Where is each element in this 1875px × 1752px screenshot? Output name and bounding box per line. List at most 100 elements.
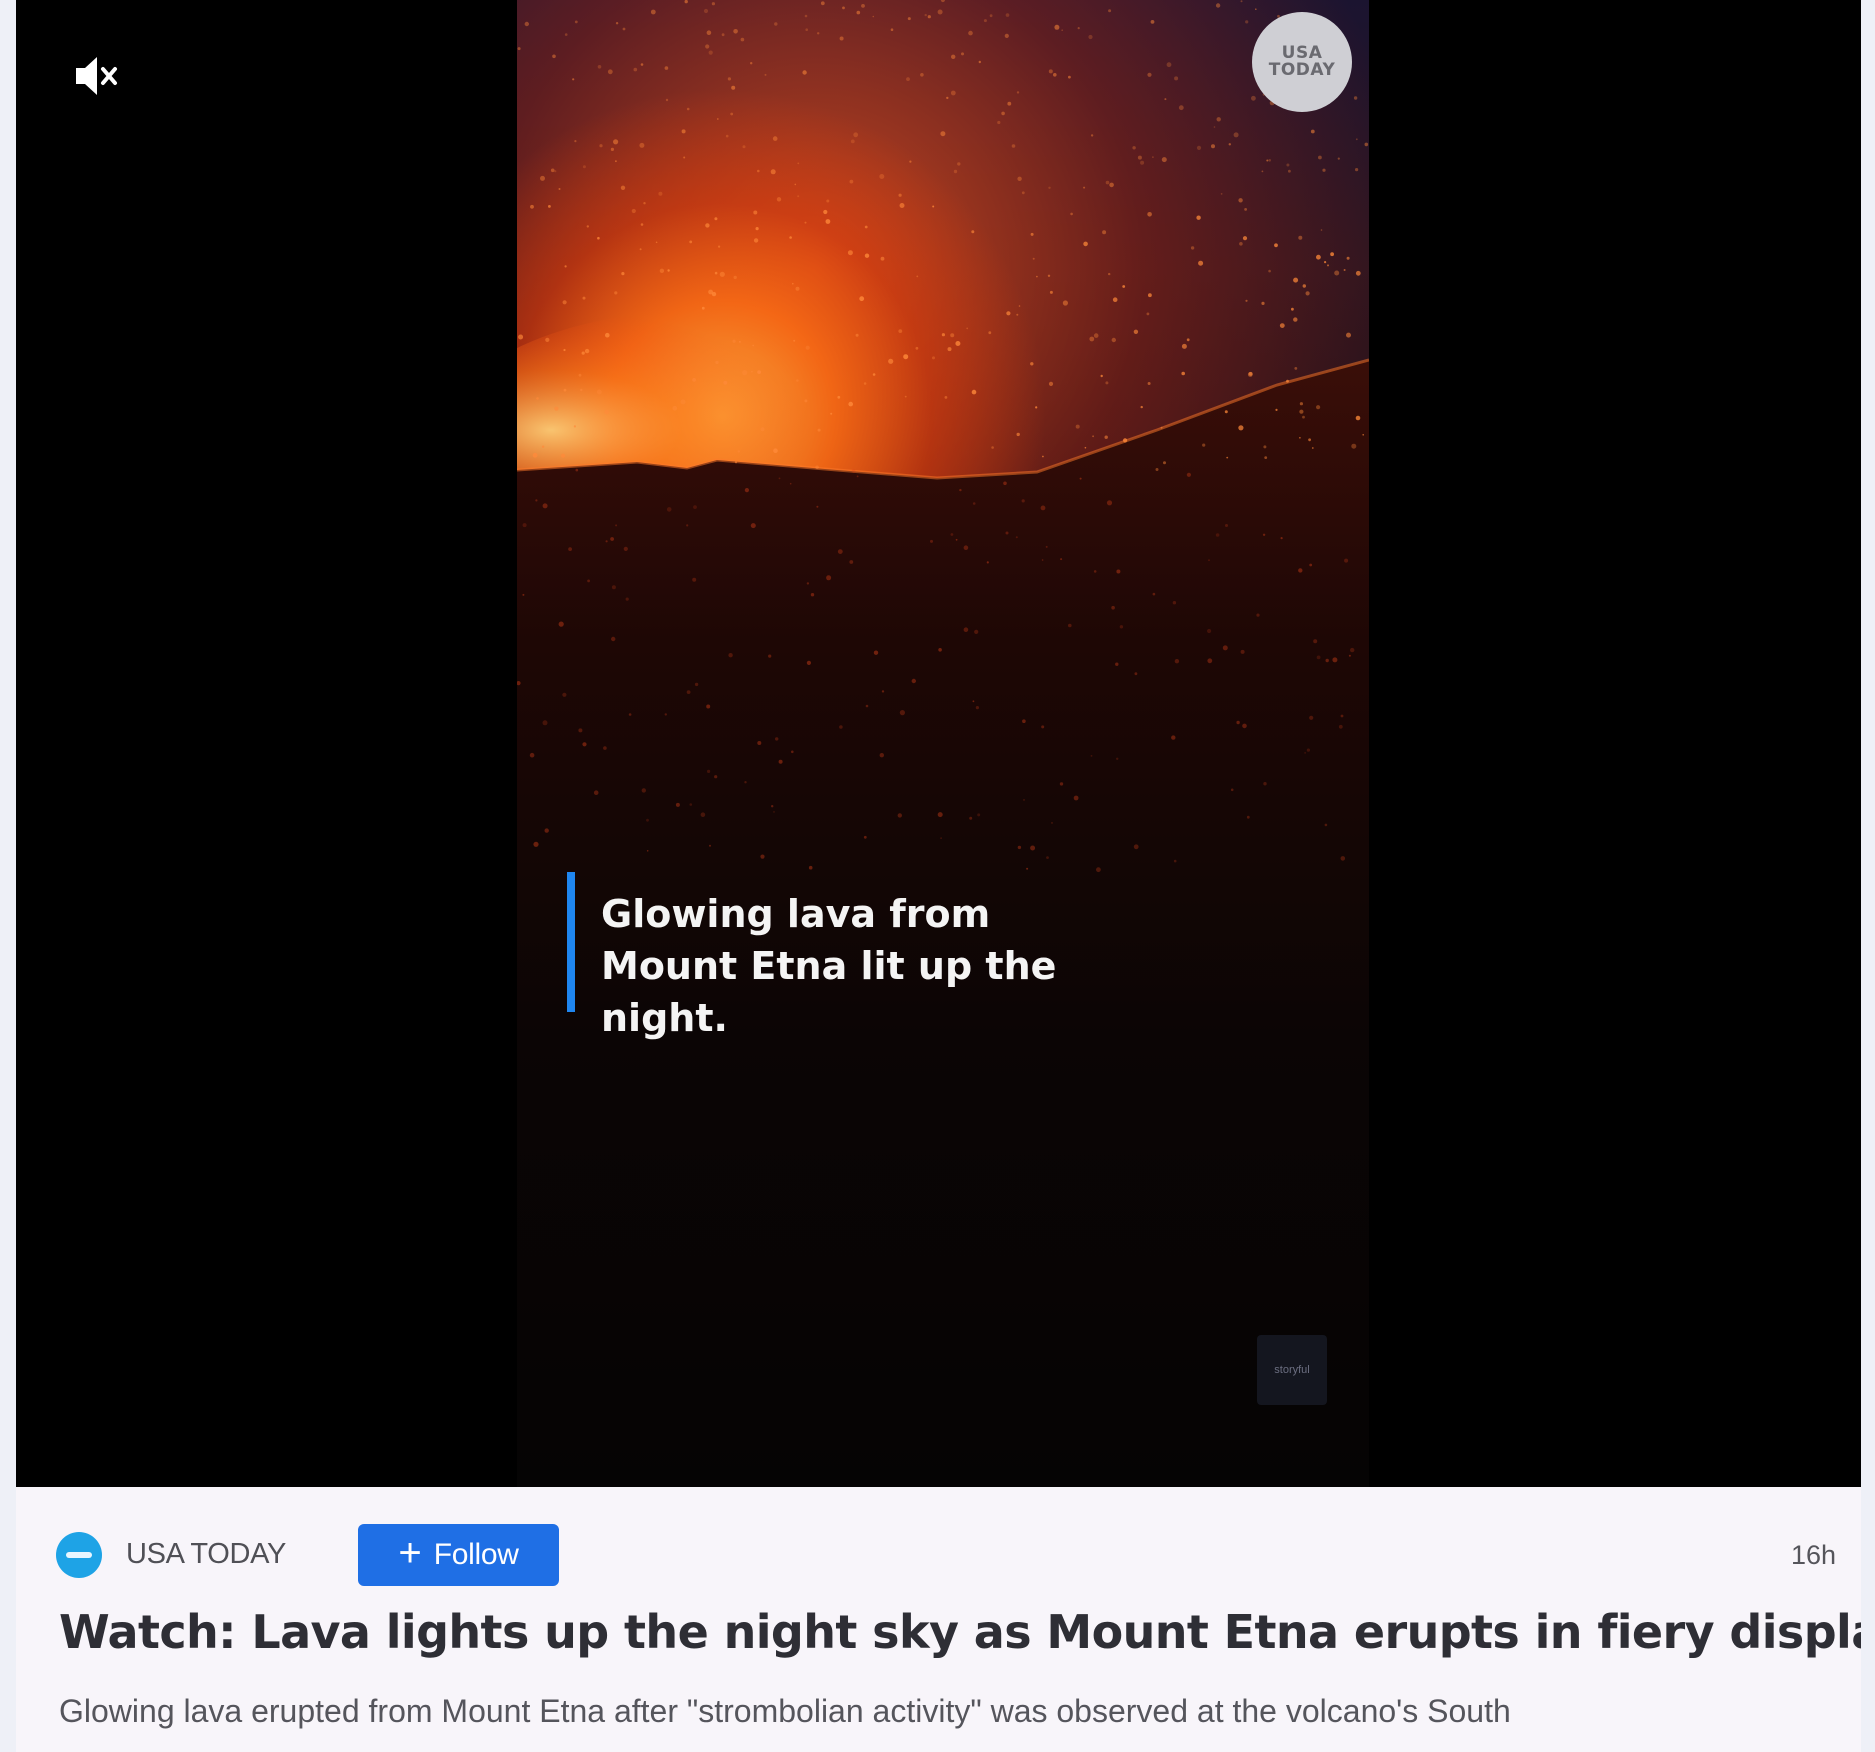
video-player[interactable]: USA TODAY Glowing lava from Mount Etna l… xyxy=(16,0,1861,1487)
lava-spark xyxy=(1263,445,1267,449)
lava-spark xyxy=(1102,230,1107,235)
lava-spark xyxy=(574,20,578,24)
lava-spark xyxy=(1248,371,1253,376)
lava-spark xyxy=(898,329,903,333)
lava-spark xyxy=(593,790,599,795)
article-summary: Glowing lava erupted from Mount Etna aft… xyxy=(59,1693,1511,1729)
lava-spark xyxy=(1093,570,1097,573)
lava-spark xyxy=(1264,456,1268,459)
lava-spark xyxy=(561,453,566,458)
lava-spark xyxy=(643,202,646,205)
lava-spark xyxy=(1251,95,1256,101)
lava-spark xyxy=(1228,143,1231,146)
lava-spark xyxy=(890,28,894,32)
lava-spark xyxy=(725,134,729,138)
lava-spark xyxy=(727,77,731,81)
lava-spark xyxy=(963,545,969,550)
lava-spark xyxy=(522,523,527,528)
lava-spark xyxy=(1344,558,1349,563)
lava-spark xyxy=(548,205,551,208)
lava-spark xyxy=(903,354,909,360)
lava-spark xyxy=(1048,69,1053,74)
follow-label: Follow xyxy=(433,1538,519,1571)
lava-spark xyxy=(596,389,602,395)
publisher-name[interactable]: USA TODAY xyxy=(126,1538,286,1571)
lava-spark xyxy=(1035,406,1038,409)
lava-spark xyxy=(1090,134,1094,137)
lava-spark xyxy=(1256,613,1260,617)
lava-spark xyxy=(1147,212,1152,217)
lava-spark xyxy=(1299,409,1304,414)
lava-spark xyxy=(1208,559,1210,562)
lava-spark xyxy=(906,77,910,81)
lava-spark xyxy=(1079,477,1082,480)
lava-spark xyxy=(1355,415,1361,421)
lava-spark xyxy=(672,405,678,411)
lava-spark xyxy=(1286,379,1289,383)
publisher-icon[interactable] xyxy=(56,1532,102,1578)
logo-text: USA TODAY xyxy=(1268,43,1336,80)
lava-spark xyxy=(789,482,792,485)
lava-spark xyxy=(817,428,821,432)
lava-spark xyxy=(714,217,718,221)
lava-spark xyxy=(518,334,524,340)
lava-spark xyxy=(542,503,548,509)
lava-spark xyxy=(646,818,649,822)
lava-spark xyxy=(544,828,549,833)
news-card[interactable]: USA TODAY Glowing lava from Mount Etna l… xyxy=(16,0,1861,1752)
lava-spark xyxy=(847,250,853,256)
lava-spark xyxy=(522,593,525,596)
lava-spark xyxy=(855,333,859,337)
lava-spark xyxy=(1054,24,1060,30)
lava-spark xyxy=(633,67,638,72)
lava-spark xyxy=(1245,20,1249,24)
lava-spark xyxy=(950,333,955,338)
lava-spark xyxy=(1021,499,1025,503)
lava-spark xyxy=(1353,96,1358,100)
mute-button[interactable] xyxy=(66,48,122,104)
lava-spark xyxy=(1320,229,1323,231)
lava-spark xyxy=(575,468,579,472)
lava-spark xyxy=(1105,180,1110,185)
lava-spark xyxy=(753,238,759,243)
lava-spark xyxy=(792,282,794,285)
lava-spark xyxy=(1061,29,1063,32)
lava-spark xyxy=(1245,299,1248,302)
lava-spark xyxy=(924,13,927,17)
lava-spark xyxy=(1207,628,1212,634)
lava-spark xyxy=(1147,382,1151,385)
lava-spark xyxy=(1174,76,1179,81)
lava-spark xyxy=(711,291,717,297)
lava-spark xyxy=(554,170,557,173)
lava-spark xyxy=(825,219,831,224)
lava-spark xyxy=(773,448,778,454)
lava-spark xyxy=(558,621,564,627)
lava-spark xyxy=(517,681,521,686)
lava-spark xyxy=(639,142,645,148)
lava-spark xyxy=(938,648,942,652)
lava-spark xyxy=(1350,647,1355,653)
lava-spark xyxy=(1068,75,1071,79)
lava-spark xyxy=(1324,261,1327,264)
lava-spark xyxy=(1060,558,1063,561)
lava-spark xyxy=(1246,815,1250,819)
lava-spark xyxy=(961,52,964,56)
lava-spark xyxy=(1181,343,1187,349)
lava-spark xyxy=(541,445,545,448)
lava-spark xyxy=(733,29,738,34)
lava-spark xyxy=(768,654,772,658)
lava-spark xyxy=(640,63,644,66)
lava-spark xyxy=(533,841,539,847)
lava-spark xyxy=(1093,333,1099,338)
lava-spark xyxy=(1155,468,1159,471)
lava-spark xyxy=(997,120,1001,125)
lava-spark xyxy=(853,132,859,138)
article-headline[interactable]: Watch: Lava lights up the night sky as M… xyxy=(59,1605,1861,1659)
lava-spark xyxy=(915,346,919,350)
follow-button[interactable]: + Follow xyxy=(358,1524,559,1586)
lava-spark xyxy=(664,66,669,70)
lava-spark xyxy=(804,399,808,403)
lava-spark xyxy=(1123,438,1128,443)
lava-spark xyxy=(1207,658,1213,664)
lava-spark xyxy=(605,540,608,543)
